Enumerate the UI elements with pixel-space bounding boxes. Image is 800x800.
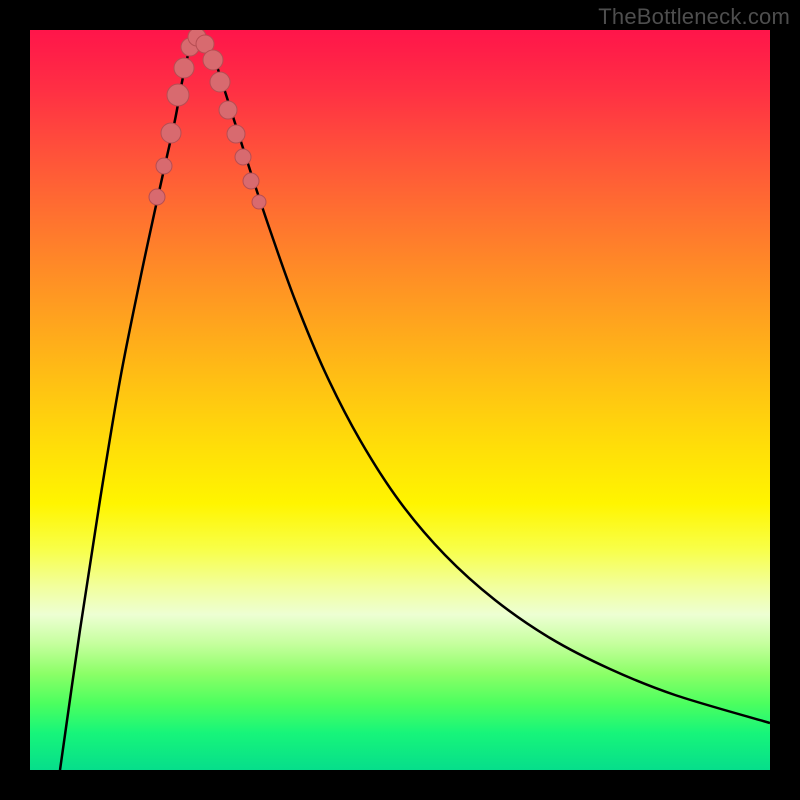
curve-marker bbox=[161, 123, 181, 143]
watermark-text: TheBottleneck.com bbox=[598, 4, 790, 30]
curve-marker bbox=[210, 72, 230, 92]
curve-marker bbox=[219, 101, 237, 119]
curve-marker bbox=[167, 84, 189, 106]
curve-marker bbox=[174, 58, 194, 78]
curve-marker bbox=[203, 50, 223, 70]
curve-marker bbox=[149, 189, 165, 205]
curve-marker bbox=[252, 195, 266, 209]
curve-marker bbox=[235, 149, 251, 165]
marker-layer bbox=[149, 30, 266, 209]
bottleneck-curve bbox=[60, 33, 770, 770]
chart-plot-area bbox=[30, 30, 770, 770]
curve-marker bbox=[227, 125, 245, 143]
curve-marker bbox=[156, 158, 172, 174]
chart-svg bbox=[30, 30, 770, 770]
curve-marker bbox=[243, 173, 259, 189]
chart-frame: TheBottleneck.com bbox=[0, 0, 800, 800]
